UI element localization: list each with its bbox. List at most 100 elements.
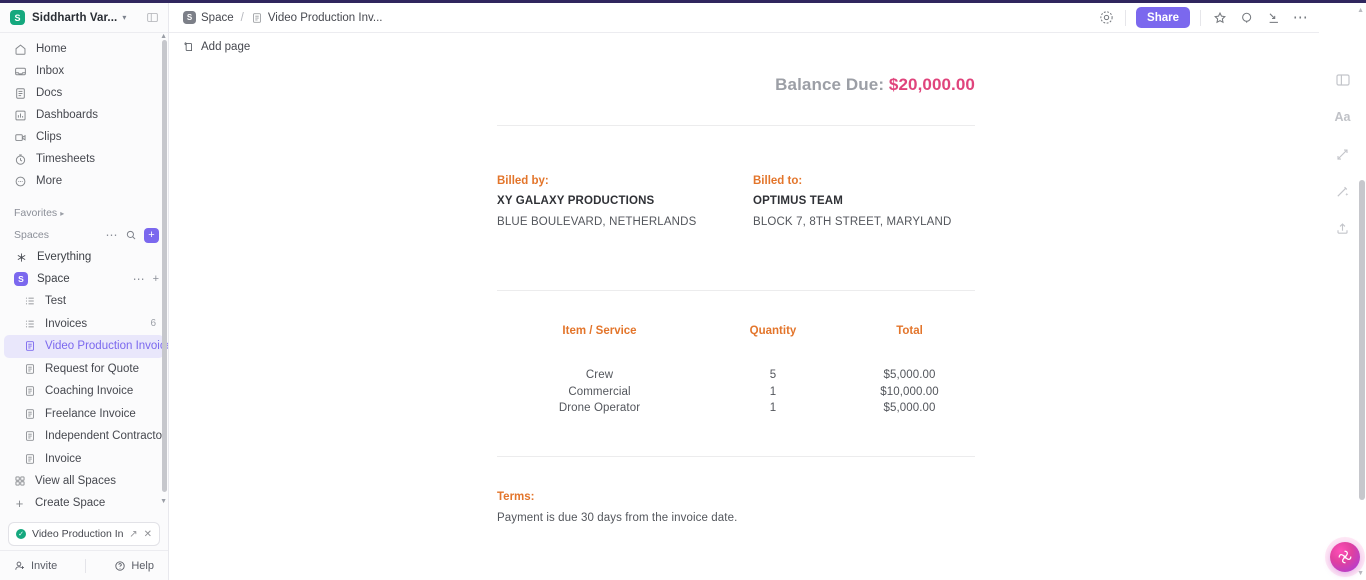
- document-page: Balance Due: $20,000.00 Billed by: XY GA…: [169, 61, 1319, 580]
- sidebar-item-label: Everything: [37, 251, 92, 263]
- scroll-up-arrow-icon[interactable]: ▲: [160, 33, 167, 40]
- timesheets-icon: [14, 153, 27, 166]
- sidebar-item-more[interactable]: More: [0, 170, 168, 192]
- sidebar: S Siddharth Var... ▾ Home Inbox Docs Das…: [0, 3, 169, 580]
- sidebar-scroll-area: Home Inbox Docs Dashboards Clips Timeshe…: [0, 33, 168, 516]
- parties-section: Billed by: XY GALAXY PRODUCTIONS BLUE BO…: [497, 175, 975, 228]
- sidebar-item-freelance-invoice[interactable]: Freelance Invoice: [0, 403, 168, 426]
- sidebar-item-label: Timesheets: [36, 153, 96, 165]
- add-page-button[interactable]: Add page: [183, 41, 250, 53]
- space-more-icon[interactable]: ⋯: [133, 273, 145, 285]
- sidebar-item-label: Request for Quote: [45, 362, 139, 375]
- breadcrumb-space-label[interactable]: Space: [201, 12, 234, 24]
- sidebar-item-timesheets[interactable]: Timesheets: [0, 148, 168, 170]
- invite-button[interactable]: Invite: [14, 560, 57, 572]
- text-format-icon[interactable]: Aa: [1334, 108, 1352, 126]
- cell-total: $5,000.00: [883, 369, 936, 382]
- search-icon[interactable]: [1238, 9, 1255, 26]
- top-bar: S Space / Video Production Inv... Share: [169, 3, 1319, 33]
- upload-icon[interactable]: [1334, 219, 1352, 237]
- list-icon: [24, 318, 36, 330]
- create-space-button[interactable]: + Create Space: [0, 492, 168, 514]
- sidebar-item-dashboards[interactable]: Dashboards: [0, 104, 168, 126]
- sidebar-item-label: Clips: [36, 131, 62, 143]
- chevron-right-icon: ▸: [60, 208, 65, 218]
- sidebar-item-label: Invoice: [45, 452, 82, 465]
- sidebar-item-label: Dashboards: [36, 109, 99, 121]
- sidebar-item-docs[interactable]: Docs: [0, 82, 168, 104]
- column-header-item: Item / Service: [562, 325, 637, 337]
- sidebar-item-label: Invoices: [45, 317, 88, 330]
- close-icon[interactable]: ✕: [144, 529, 152, 540]
- collapse-icon[interactable]: [1265, 9, 1282, 26]
- dashboards-icon: [14, 109, 27, 122]
- favorites-section-header[interactable]: Favorites ▸: [0, 202, 168, 224]
- doc-icon: [24, 340, 36, 352]
- doc-icon: [24, 385, 36, 397]
- magic-wand-icon[interactable]: [1334, 182, 1352, 200]
- terms-label: Terms:: [497, 491, 535, 504]
- more-horizontal-icon[interactable]: ⋯: [1292, 9, 1309, 26]
- sidebar-item-space[interactable]: S Space ⋯ +: [0, 268, 168, 290]
- doc-scroll-down-arrow-icon[interactable]: ▼: [1357, 570, 1364, 577]
- add-space-button[interactable]: +: [144, 227, 159, 243]
- doc-scroll-up-arrow-icon[interactable]: ▲: [1357, 7, 1364, 14]
- divider: [497, 456, 975, 458]
- workspace-header[interactable]: S Siddharth Var... ▾: [0, 3, 168, 33]
- sidebar-item-independent-contractor[interactable]: Independent Contractor ...: [0, 425, 168, 448]
- more-icon: [14, 175, 27, 188]
- sidebar-item-label: Freelance Invoice: [45, 407, 136, 420]
- view-all-spaces-button[interactable]: View all Spaces: [0, 470, 168, 492]
- home-icon: [14, 43, 27, 56]
- sidebar-item-test[interactable]: Test: [0, 290, 168, 313]
- expand-icon[interactable]: [1334, 145, 1352, 163]
- billed-to-name: OPTIMUS TEAM: [753, 195, 843, 207]
- breadcrumb-doc-label[interactable]: Video Production Inv...: [268, 12, 383, 24]
- divider: [1125, 9, 1127, 26]
- status-dot-icon: ✓: [16, 529, 26, 539]
- main-area: S Space / Video Production Inv... Share: [169, 3, 1319, 580]
- sidebar-item-home[interactable]: Home: [0, 38, 168, 60]
- doc-icon: [24, 430, 36, 442]
- sidebar-item-invoices[interactable]: Invoices 6: [0, 313, 168, 336]
- terms-section: Terms: Payment is due 30 days from the i…: [497, 491, 975, 524]
- divider: [497, 290, 975, 291]
- doc-toolbar: Add page: [169, 33, 1319, 61]
- sidebar-item-coaching-invoice[interactable]: Coaching Invoice: [0, 380, 168, 403]
- sidebar-item-invoice[interactable]: Invoice: [0, 448, 168, 471]
- right-rail: Aa ▲ ▼: [1319, 3, 1366, 580]
- sidebar-item-everything[interactable]: Everything: [0, 246, 168, 268]
- star-icon[interactable]: [1211, 9, 1228, 26]
- open-document-tab[interactable]: ✓ Video Production Invoi... ↗ ✕: [8, 522, 160, 546]
- space-add-icon[interactable]: +: [153, 273, 159, 285]
- breadcrumb-space-avatar: S: [183, 11, 196, 24]
- sidebar-item-inbox[interactable]: Inbox: [0, 60, 168, 82]
- clickup-brain-button[interactable]: [1330, 542, 1360, 572]
- view-all-spaces-label: View all Spaces: [35, 475, 116, 487]
- panel-toggle-icon[interactable]: [1334, 71, 1352, 89]
- sidebar-collapse-icon[interactable]: [144, 10, 160, 26]
- cell-item: Commercial: [568, 385, 631, 398]
- billed-by-block: Billed by: XY GALAXY PRODUCTIONS BLUE BO…: [497, 175, 753, 228]
- settings-icon[interactable]: [1098, 9, 1115, 26]
- chevron-down-icon[interactable]: ▾: [122, 13, 126, 22]
- sidebar-item-video-production-invoice[interactable]: Video Production Invoice: [4, 335, 168, 358]
- spaces-search-icon[interactable]: [125, 229, 137, 241]
- open-external-icon[interactable]: ↗: [129, 529, 137, 540]
- billed-by-name: XY GALAXY PRODUCTIONS: [497, 195, 655, 207]
- share-button[interactable]: Share: [1136, 7, 1190, 28]
- sidebar-item-label: Space: [37, 273, 70, 285]
- sidebar-item-request-for-quote[interactable]: Request for Quote: [0, 358, 168, 381]
- sidebar-item-clips[interactable]: Clips: [0, 126, 168, 148]
- spaces-more-icon[interactable]: ⋯: [106, 229, 119, 241]
- clips-icon: [14, 131, 27, 144]
- help-button[interactable]: Help: [114, 560, 154, 572]
- scroll-down-arrow-icon[interactable]: ▼: [160, 498, 167, 505]
- document-scrollbar[interactable]: [1359, 180, 1365, 500]
- help-icon: [114, 560, 126, 572]
- column-header-quantity: Quantity: [749, 325, 797, 337]
- breadcrumb: S Space / Video Production Inv...: [183, 11, 382, 24]
- cell-item: Drone Operator: [558, 401, 641, 414]
- sidebar-scrollbar[interactable]: [162, 40, 167, 492]
- doc-icon: [24, 363, 36, 375]
